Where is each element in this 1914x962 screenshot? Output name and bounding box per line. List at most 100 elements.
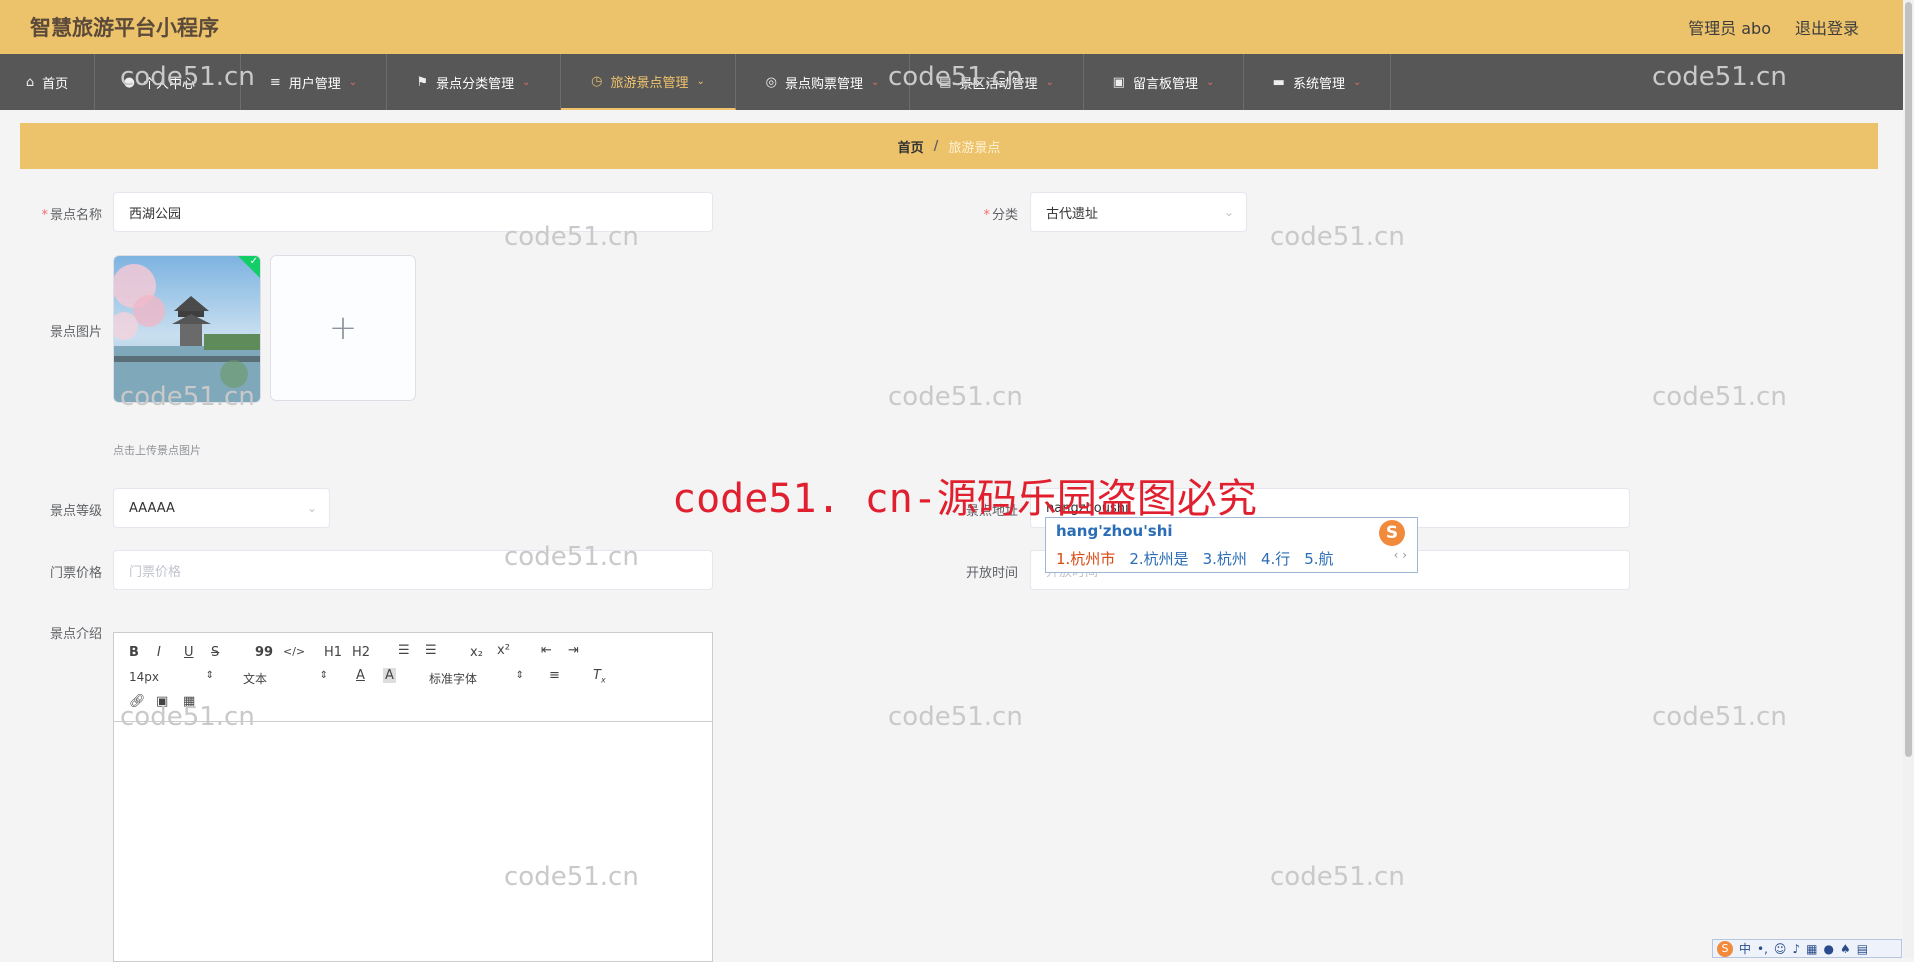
ime-candidate[interactable]: 1.杭州市 bbox=[1056, 548, 1115, 569]
toolbox-icon[interactable]: ▤ bbox=[1857, 942, 1868, 956]
chevron-down-icon: ⌄ bbox=[870, 76, 880, 88]
clear-format-icon[interactable]: Tx bbox=[593, 668, 606, 685]
upload-image-button[interactable]: + bbox=[270, 255, 416, 401]
nav-item-attractions[interactable]: ◷ 旅游景点管理 ⌄ bbox=[561, 54, 736, 110]
ime-page-nav[interactable]: ‹ › bbox=[1394, 548, 1407, 562]
nav-item-messages[interactable]: ▣ 留言板管理 ⌄ bbox=[1084, 54, 1244, 110]
font-family-value: 标准字体 bbox=[429, 672, 478, 686]
briefcase-icon: ▣ bbox=[1112, 74, 1125, 90]
nav-item-system[interactable]: ▬ 系统管理 ⌄ bbox=[1244, 54, 1391, 110]
bold-button[interactable]: B bbox=[129, 645, 139, 660]
list-icon: ≡ bbox=[269, 74, 281, 90]
emoji-icon[interactable]: ☺ bbox=[1774, 942, 1787, 956]
page-scrollbar[interactable] bbox=[1903, 0, 1914, 958]
app-title: 智慧旅游平台小程序 bbox=[30, 16, 219, 40]
watermark-text: code51.cn bbox=[1270, 862, 1405, 892]
blockquote-button[interactable]: 99 bbox=[255, 645, 273, 660]
category-value: 古代遗址 bbox=[1046, 206, 1099, 222]
level-value: AAAAA bbox=[129, 500, 175, 516]
font-size-value: 14px bbox=[129, 670, 159, 684]
user-icon[interactable]: ● bbox=[1823, 942, 1833, 956]
chevron-down-icon: ⌄ bbox=[306, 501, 317, 515]
ime-candidate[interactable]: 5.航 bbox=[1304, 548, 1333, 569]
header-actions: 管理员 abo 退出登录 bbox=[1688, 15, 1859, 39]
background-color-icon[interactable]: A bbox=[383, 668, 396, 683]
ime-status-bar[interactable]: S 中 •, ☺ ♪ ▦ ● ♠ ▤ bbox=[1712, 939, 1902, 958]
breadcrumb-home[interactable]: 首页 bbox=[898, 137, 924, 156]
attraction-image-thumbnail[interactable]: ✓ bbox=[113, 255, 261, 403]
watermark-text: code51.cn bbox=[1652, 62, 1787, 92]
subscript-button[interactable]: x₂ bbox=[470, 645, 483, 660]
keyboard-icon[interactable]: ▦ bbox=[1806, 942, 1817, 956]
underline-button[interactable]: U bbox=[184, 645, 194, 660]
strike-button[interactable]: S bbox=[211, 645, 219, 660]
skin-icon[interactable]: ♠ bbox=[1840, 942, 1851, 956]
watermark-text: code51.cn bbox=[120, 62, 255, 92]
sort-arrows-icon: ⇕ bbox=[319, 670, 328, 681]
plus-icon: + bbox=[328, 308, 358, 348]
flag-icon: ⚑ bbox=[416, 74, 429, 90]
level-select[interactable]: AAAAA ⌄ bbox=[113, 488, 330, 528]
nav-item-label: 景点分类管理 bbox=[436, 76, 515, 92]
rich-text-editor: B I U S 99 </> H1 H2 ☰ ☰ x₂ x² ⇤ ⇥ 14px … bbox=[113, 632, 713, 962]
header-value: 文本 bbox=[243, 672, 268, 686]
chevron-down-icon: ⌄ bbox=[1205, 76, 1215, 88]
italic-button[interactable]: I bbox=[157, 645, 161, 660]
nav-item-label: 首页 bbox=[42, 76, 69, 92]
ime-candidate-window: hang'zhou'shi 1.杭州市 2.杭州是 3.杭州 4.行 5.航 S… bbox=[1045, 517, 1418, 573]
clock-icon: ◷ bbox=[591, 73, 603, 89]
editor-content[interactable] bbox=[114, 722, 712, 962]
sogou-logo-icon: S bbox=[1379, 520, 1405, 546]
font-family-select[interactable]: 标准字体 ⇕ bbox=[429, 670, 524, 687]
punctuation-icon[interactable]: •, bbox=[1757, 942, 1768, 956]
nav-item-label: 旅游景点管理 bbox=[610, 75, 689, 91]
ime-mode-label[interactable]: 中 bbox=[1739, 940, 1751, 957]
chevron-down-icon: ⌄ bbox=[522, 76, 531, 88]
font-color-icon[interactable]: A bbox=[356, 668, 365, 683]
code-block-button[interactable]: </> bbox=[283, 645, 305, 658]
watermark-text: code51.cn bbox=[120, 382, 255, 412]
breadcrumb: 首页 / 旅游景点 bbox=[20, 123, 1878, 169]
watermark-text: code51.cn bbox=[1652, 382, 1787, 412]
watermark-text: code51.cn bbox=[120, 702, 255, 732]
nav-item-tickets[interactable]: ◎ 景点购票管理 ⌄ bbox=[736, 54, 910, 110]
nav-item-label: 景点购票管理 bbox=[784, 76, 863, 92]
header-select[interactable]: 文本 ⇕ bbox=[243, 670, 328, 687]
watermark-text: code51.cn bbox=[888, 62, 1023, 92]
nav-item-users[interactable]: ≡ 用户管理 ⌄ bbox=[241, 54, 387, 110]
watermark-text: code51.cn bbox=[504, 542, 639, 572]
chevron-down-icon: ⌄ bbox=[1045, 76, 1054, 88]
open-time-label: 开放时间 bbox=[965, 566, 1018, 581]
scrollbar-thumb[interactable] bbox=[1905, 2, 1912, 757]
superscript-button[interactable]: x² bbox=[497, 643, 510, 658]
admin-user-label[interactable]: 管理员 abo bbox=[1688, 15, 1771, 39]
watermark-text: code51.cn bbox=[888, 382, 1023, 412]
nav-item-home[interactable]: ⌂ 首页 bbox=[0, 54, 95, 110]
indent-icon[interactable]: ⇥ bbox=[568, 643, 579, 658]
logout-link[interactable]: 退出登录 bbox=[1795, 15, 1859, 39]
bullet-list-icon[interactable]: ☰ bbox=[425, 643, 437, 658]
price-label: 门票价格 bbox=[49, 566, 102, 581]
ime-candidate[interactable]: 4.行 bbox=[1261, 548, 1290, 569]
level-label: 景点等级 bbox=[49, 504, 102, 519]
font-size-select[interactable]: 14px ⇕ bbox=[129, 670, 214, 684]
h1-button[interactable]: H1 bbox=[324, 645, 342, 660]
ime-candidate[interactable]: 2.杭州是 bbox=[1129, 548, 1188, 569]
nav-item-category[interactable]: ⚑ 景点分类管理 ⌄ bbox=[387, 54, 561, 110]
image-label: 景点图片 bbox=[49, 325, 102, 340]
name-label: * 景点名称 bbox=[41, 208, 102, 223]
copyright-banner: code51. cn-源码乐园盗图必究 bbox=[672, 476, 1257, 522]
h2-button[interactable]: H2 bbox=[352, 645, 370, 660]
upload-success-badge: ✓ bbox=[238, 256, 260, 278]
ime-candidate[interactable]: 3.杭州 bbox=[1203, 548, 1247, 569]
check-icon: ✓ bbox=[249, 256, 258, 267]
ordered-list-icon[interactable]: ☰ bbox=[398, 643, 410, 658]
watermark-text: code51.cn bbox=[504, 222, 639, 252]
category-select[interactable]: 古代遗址 ⌄ bbox=[1030, 192, 1247, 232]
nav-item-label: 用户管理 bbox=[288, 76, 341, 92]
chevron-down-icon: ⌄ bbox=[348, 76, 358, 88]
align-icon[interactable]: ≡ bbox=[549, 668, 560, 683]
breadcrumb-separator: / bbox=[933, 138, 939, 154]
microphone-icon[interactable]: ♪ bbox=[1792, 942, 1800, 956]
outdent-icon[interactable]: ⇤ bbox=[541, 643, 552, 658]
